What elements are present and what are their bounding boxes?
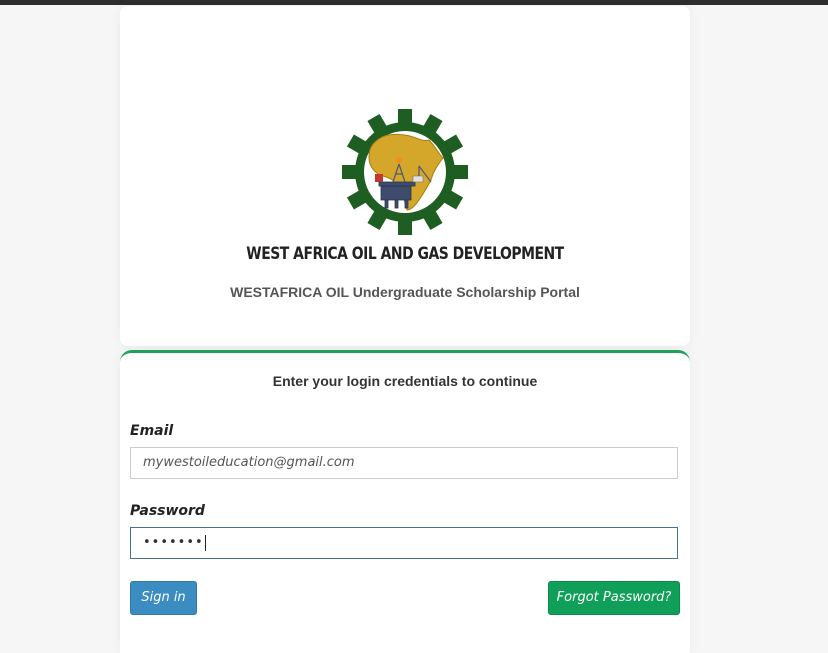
password-field[interactable]: ••••••• <box>130 527 678 559</box>
email-field[interactable]: mywestoileducation@gmail.com <box>130 447 678 479</box>
password-value: ••••••• <box>143 535 204 550</box>
sign-in-button[interactable]: Sign in <box>130 581 197 615</box>
window-top-bar <box>0 0 828 5</box>
login-card: Enter your login credentials to continue… <box>120 350 690 653</box>
organization-name: WEST AFRICA OIL AND GAS DEVELOPMENT <box>246 244 564 264</box>
portal-name: WESTAFRICA OIL Undergraduate Scholarship… <box>230 284 580 300</box>
organization-logo <box>341 108 469 236</box>
text-caret <box>204 534 206 551</box>
forgot-password-button[interactable]: Forgot Password? <box>548 581 680 615</box>
login-instructions: Enter your login credentials to continue <box>272 373 538 389</box>
email-label: Email <box>130 423 174 439</box>
email-value: mywestoileducation@gmail.com <box>143 455 355 470</box>
password-label: Password <box>130 503 205 519</box>
